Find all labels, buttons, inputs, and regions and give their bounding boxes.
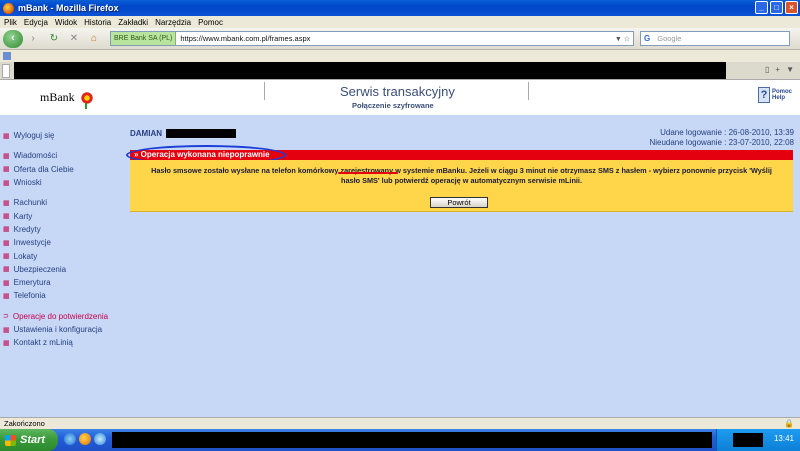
url-dropdown-icon[interactable]: ▼ ☆ xyxy=(615,35,630,43)
tab-menu-icon[interactable]: ▼ xyxy=(786,65,794,74)
sidebar-item-pension[interactable]: Emerytura xyxy=(3,276,123,289)
sidebar-item-contact[interactable]: Kontakt z mLinią xyxy=(3,336,123,349)
sidebar-item-investments[interactable]: Inwestycje xyxy=(3,236,123,249)
last-login-failed: Nieudane logowanie : 23-07-2010, 22:08 xyxy=(649,138,794,147)
sidebar-item-messages[interactable]: Wiadomości xyxy=(3,149,123,162)
tab[interactable] xyxy=(2,64,10,78)
window-title: mBank - Mozilla Firefox xyxy=(18,3,119,13)
user-name: DAMIAN xyxy=(130,129,236,138)
menu-bar: Plik Edycja Widok Historia Zakładki Narz… xyxy=(0,16,800,28)
quicklaunch-media-icon[interactable] xyxy=(94,433,106,445)
menu-tools[interactable]: Narzędzia xyxy=(155,18,191,27)
main-content: Wyloguj się Wiadomości Oferta dla Ciebie… xyxy=(0,115,800,417)
menu-history[interactable]: Historia xyxy=(84,18,111,27)
url-text[interactable]: https://www.mbank.com.pl/frames.aspx xyxy=(180,34,310,43)
sidebar-item-settings[interactable]: Ustawienia i konfiguracja xyxy=(3,323,123,336)
reload-icon[interactable]: ↻ xyxy=(47,32,61,46)
sidebar-item-logout[interactable]: Wyloguj się xyxy=(3,129,123,142)
message-body: Hasło smsowe zostało wysłane na telefon … xyxy=(151,166,772,185)
service-subtitle: Połączenie szyfrowane xyxy=(352,101,434,110)
help-button[interactable]: ? Pomoc Help xyxy=(757,87,792,103)
close-button[interactable]: × xyxy=(785,1,798,14)
firefox-icon xyxy=(3,2,14,14)
menu-bookmarks[interactable]: Zakładki xyxy=(118,18,148,27)
sidebar-item-operations-to-confirm[interactable]: Operacje do potwierdzenia xyxy=(3,310,123,323)
menu-edit[interactable]: Edycja xyxy=(24,18,48,27)
home-icon[interactable]: ⌂ xyxy=(87,32,101,46)
back-arrow-icon[interactable]: ‹ xyxy=(3,29,23,48)
redaction xyxy=(166,129,236,138)
system-tray: 13:41 xyxy=(716,429,800,451)
redaction xyxy=(14,62,726,79)
sidebar-item-cards[interactable]: Karty xyxy=(3,209,123,222)
windows-flag-icon xyxy=(5,434,16,446)
start-label: Start xyxy=(20,434,46,446)
help-icon[interactable]: ? xyxy=(757,87,770,103)
login-info: Udane logowanie : 26-08-2010, 13:39 Nieu… xyxy=(649,128,794,148)
message-box: Hasło smsowe zostało wysłane na telefon … xyxy=(130,160,793,212)
bookmarks-toolbar xyxy=(0,50,800,62)
menu-view[interactable]: Widok xyxy=(55,18,77,27)
last-login-success: Udane logowanie : 26-08-2010, 13:39 xyxy=(660,128,794,137)
clock: 13:41 xyxy=(773,434,794,443)
sidebar-item-loans[interactable]: Kredyty xyxy=(3,223,123,236)
site-identity-badge[interactable]: BRE Bank SA (PL) xyxy=(111,32,177,45)
sidebar-menu: Wyloguj się Wiadomości Oferta dla Ciebie… xyxy=(3,129,123,349)
taskbar: Start 13:41 xyxy=(0,429,800,451)
stop-icon[interactable]: ✕ xyxy=(67,32,81,46)
red-underline-annotation xyxy=(338,172,398,174)
service-title: Serwis transakcyjny xyxy=(340,84,455,99)
menu-help[interactable]: Pomoc xyxy=(198,18,223,27)
logo-text: mBank xyxy=(40,90,75,104)
flower-icon xyxy=(79,90,94,109)
status-text: Zakończono xyxy=(4,419,45,428)
header-divider xyxy=(264,82,265,100)
search-placeholder: Google xyxy=(657,34,682,43)
status-bar: Zakończono 🔒 xyxy=(0,417,800,429)
sidebar-item-telephony[interactable]: Telefonia xyxy=(3,289,123,302)
window-title-bar: mBank - Mozilla Firefox _ □ × xyxy=(0,0,800,16)
padlock-icon[interactable]: 🔒 xyxy=(784,419,794,428)
sidebar-item-offer[interactable]: Oferta dla Ciebie xyxy=(3,163,123,176)
google-icon[interactable]: G xyxy=(644,34,650,43)
tab-tools: ▯ + ▼ xyxy=(765,65,794,74)
help-label[interactable]: Pomoc Help xyxy=(772,89,792,101)
redaction xyxy=(112,432,712,448)
back-button[interactable]: Powrót xyxy=(430,197,488,208)
menu-file[interactable]: Plik xyxy=(4,18,17,27)
header-divider xyxy=(528,82,529,100)
mbank-logo[interactable]: mBank xyxy=(40,90,94,109)
bank-header: mBank Serwis transakcyjny Połączenie szy… xyxy=(0,80,800,115)
list-tabs-icon[interactable]: ▯ xyxy=(765,65,769,74)
address-bar[interactable]: BRE Bank SA (PL) https://www.mbank.com.p… xyxy=(110,31,634,46)
redaction xyxy=(733,433,763,447)
quicklaunch-firefox-icon[interactable] xyxy=(79,433,91,445)
navigation-toolbar: ‹ › ↻ ✕ ⌂ BRE Bank SA (PL) https://www.m… xyxy=(0,28,800,50)
sidebar-item-applications[interactable]: Wnioski xyxy=(3,176,123,189)
web-page: mBank Serwis transakcyjny Połączenie szy… xyxy=(0,80,800,417)
start-button[interactable]: Start xyxy=(0,429,58,451)
quicklaunch-ie-icon[interactable] xyxy=(64,433,76,445)
sidebar-item-deposits[interactable]: Lokaty xyxy=(3,249,123,262)
minimize-button[interactable]: _ xyxy=(755,1,768,14)
forward-arrow-icon[interactable]: › xyxy=(25,32,41,46)
maximize-button[interactable]: □ xyxy=(770,1,783,14)
search-box[interactable]: G Google xyxy=(640,31,790,46)
bookmark-icon[interactable] xyxy=(3,52,11,60)
tab-bar: ▯ + ▼ xyxy=(0,62,800,80)
sidebar-item-accounts[interactable]: Rachunki xyxy=(3,196,123,209)
sidebar-item-insurance[interactable]: Ubezpieczenia xyxy=(3,263,123,276)
new-tab-icon[interactable]: + xyxy=(775,65,780,74)
